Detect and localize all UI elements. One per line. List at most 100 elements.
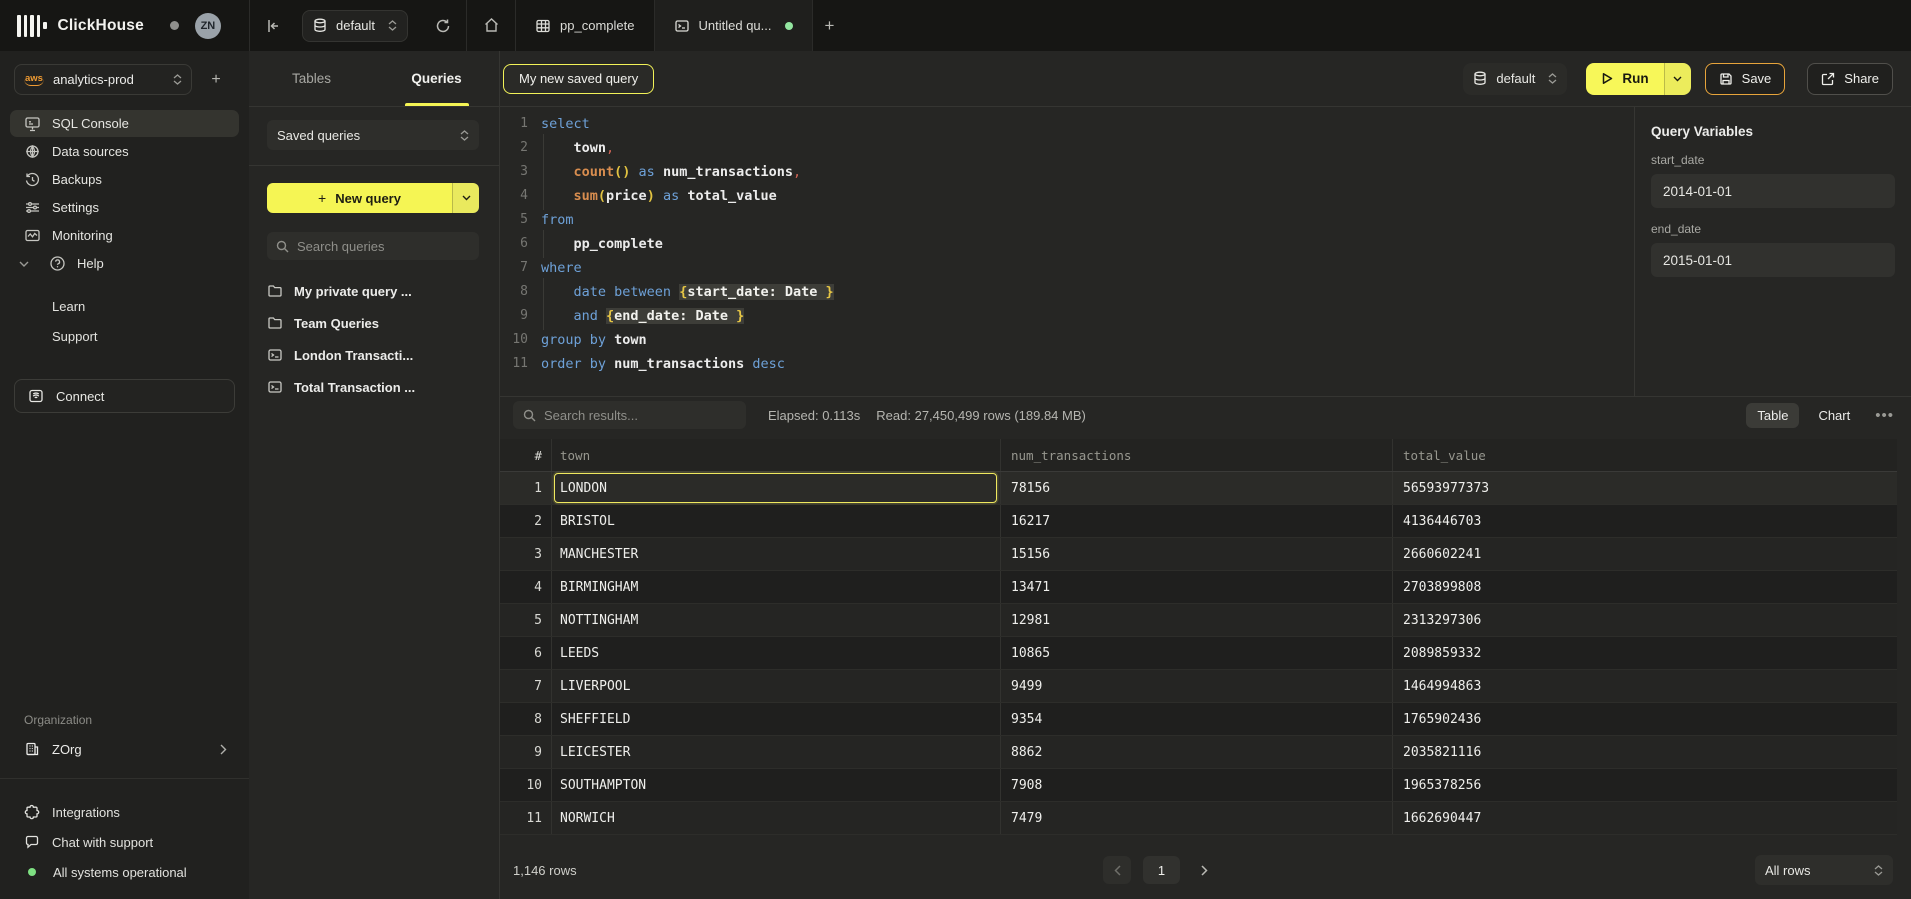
- table-row[interactable]: 1LONDON7815656593977373: [500, 472, 1897, 505]
- end-date-input[interactable]: [1651, 243, 1895, 277]
- cell-total-value[interactable]: 2660602241: [1392, 538, 1897, 570]
- editor-database-selector[interactable]: default: [1463, 63, 1567, 95]
- tab-tables[interactable]: Tables: [249, 51, 374, 106]
- sidebar-item-integrations[interactable]: Integrations: [0, 797, 249, 827]
- tab-queries[interactable]: Queries: [374, 51, 499, 106]
- tab-pp-complete[interactable]: pp_complete: [516, 0, 653, 51]
- new-query-button[interactable]: + New query: [267, 183, 452, 213]
- cell-num-transactions[interactable]: 12981: [1000, 604, 1392, 636]
- column-header-num-transactions[interactable]: num_transactions: [1000, 439, 1392, 471]
- cell-town[interactable]: SHEFFIELD: [551, 703, 1000, 735]
- share-button[interactable]: Share: [1807, 63, 1893, 95]
- cell-total-value[interactable]: 2703899808: [1392, 571, 1897, 603]
- cell-town[interactable]: LIVERPOOL: [551, 670, 1000, 702]
- refresh-button[interactable]: [428, 11, 458, 41]
- column-header-index[interactable]: #: [500, 448, 551, 463]
- sidebar-item-data-sources[interactable]: Data sources: [10, 138, 239, 165]
- sidebar-item-monitoring[interactable]: Monitoring: [10, 222, 239, 249]
- table-row[interactable]: 11NORWICH74791662690447: [500, 802, 1897, 835]
- cell-total-value[interactable]: 2089859332: [1392, 637, 1897, 669]
- column-header-town[interactable]: town: [551, 439, 1000, 471]
- tab-untitled-query[interactable]: Untitled qu...: [655, 0, 812, 51]
- cell-total-value[interactable]: 1765902436: [1392, 703, 1897, 735]
- search-results-box[interactable]: [513, 401, 746, 429]
- prev-page-button[interactable]: [1103, 856, 1131, 884]
- column-header-total-value[interactable]: total_value: [1392, 439, 1897, 471]
- cell-town[interactable]: NORWICH: [551, 802, 1000, 834]
- table-row[interactable]: 2BRISTOL162174136446703: [500, 505, 1897, 538]
- sidebar-item-learn[interactable]: Learn: [0, 291, 249, 321]
- start-date-input[interactable]: [1651, 174, 1895, 208]
- cell-total-value[interactable]: 4136446703: [1392, 505, 1897, 537]
- cell-total-value[interactable]: 1464994863: [1392, 670, 1897, 702]
- cell-total-value[interactable]: 1965378256: [1392, 769, 1897, 801]
- cell-town[interactable]: LEEDS: [551, 637, 1000, 669]
- more-options-button[interactable]: •••: [1875, 407, 1894, 424]
- topbar-database-selector[interactable]: default: [302, 10, 408, 42]
- avatar[interactable]: ZN: [195, 13, 221, 39]
- cell-town[interactable]: LONDON: [551, 472, 1000, 504]
- saved-queries-filter[interactable]: Saved queries: [267, 120, 479, 150]
- sidebar-item-help[interactable]: Help: [10, 250, 239, 277]
- table-row[interactable]: 8SHEFFIELD93541765902436: [500, 703, 1897, 736]
- save-button[interactable]: Save: [1705, 63, 1786, 95]
- run-button[interactable]: Run: [1586, 63, 1663, 95]
- new-query-dropdown-button[interactable]: [452, 183, 479, 213]
- table-row[interactable]: 4BIRMINGHAM134712703899808: [500, 571, 1897, 604]
- cell-num-transactions[interactable]: 9354: [1000, 703, 1392, 735]
- cell-town[interactable]: SOUTHAMPTON: [551, 769, 1000, 801]
- organization-selector[interactable]: ZOrg: [10, 732, 239, 766]
- cell-num-transactions[interactable]: 7908: [1000, 769, 1392, 801]
- cell-num-transactions[interactable]: 9499: [1000, 670, 1392, 702]
- saved-query-item[interactable]: Team Queries: [249, 307, 499, 339]
- cell-town[interactable]: BIRMINGHAM: [551, 571, 1000, 603]
- cell-total-value[interactable]: 2313297306: [1392, 604, 1897, 636]
- search-queries-input[interactable]: [297, 239, 470, 254]
- cell-num-transactions[interactable]: 13471: [1000, 571, 1392, 603]
- connect-button[interactable]: Connect: [14, 379, 235, 413]
- sidebar-item-chat-support[interactable]: Chat with support: [0, 827, 249, 857]
- next-page-button[interactable]: [1192, 856, 1216, 884]
- search-results-input[interactable]: [544, 408, 736, 423]
- table-row[interactable]: 3MANCHESTER151562660602241: [500, 538, 1897, 571]
- add-service-button[interactable]: +: [206, 71, 226, 89]
- saved-query-item[interactable]: My private query ...: [249, 275, 499, 307]
- search-queries-box[interactable]: [267, 232, 479, 260]
- cell-total-value[interactable]: 1662690447: [1392, 802, 1897, 834]
- code-editor[interactable]: 1select2 town,3 count() as num_transacti…: [500, 107, 1634, 396]
- saved-query-item[interactable]: London Transacti...: [249, 339, 499, 371]
- new-tab-button[interactable]: +: [813, 0, 847, 51]
- view-chart-button[interactable]: Chart: [1807, 403, 1861, 428]
- table-row[interactable]: 10SOUTHAMPTON79081965378256: [500, 769, 1897, 802]
- table-row[interactable]: 5NOTTINGHAM129812313297306: [500, 604, 1897, 637]
- cell-town[interactable]: LEICESTER: [551, 736, 1000, 768]
- cell-num-transactions[interactable]: 16217: [1000, 505, 1392, 537]
- workspace-selector[interactable]: aws analytics-prod: [14, 64, 192, 95]
- page-size-selector[interactable]: All rows: [1755, 855, 1893, 885]
- sidebar-item-system-status[interactable]: All systems operational: [0, 857, 249, 887]
- run-options-button[interactable]: [1664, 63, 1691, 95]
- cell-town[interactable]: BRISTOL: [551, 505, 1000, 537]
- cell-town[interactable]: MANCHESTER: [551, 538, 1000, 570]
- sidebar-item-backups[interactable]: Backups: [10, 166, 239, 193]
- collapse-sidebar-button[interactable]: [258, 11, 288, 41]
- table-row[interactable]: 7LIVERPOOL94991464994863: [500, 670, 1897, 703]
- cell-total-value[interactable]: 2035821116: [1392, 736, 1897, 768]
- sidebar-item-support[interactable]: Support: [0, 321, 249, 351]
- table-row[interactable]: 9LEICESTER88622035821116: [500, 736, 1897, 769]
- sidebar-item-settings[interactable]: Settings: [10, 194, 239, 221]
- view-table-button[interactable]: Table: [1746, 403, 1799, 428]
- cell-num-transactions[interactable]: 10865: [1000, 637, 1392, 669]
- sidebar-item-sql-console[interactable]: SQL Console: [10, 110, 239, 137]
- saved-query-item[interactable]: Total Transaction ...: [249, 371, 499, 403]
- cell-town[interactable]: NOTTINGHAM: [551, 604, 1000, 636]
- cell-total-value[interactable]: 56593977373: [1392, 472, 1897, 504]
- saved-query-tab[interactable]: My new saved query: [503, 64, 654, 94]
- table-row[interactable]: 6LEEDS108652089859332: [500, 637, 1897, 670]
- cell-num-transactions[interactable]: 7479: [1000, 802, 1392, 834]
- current-page[interactable]: 1: [1143, 856, 1180, 884]
- cell-num-transactions[interactable]: 78156: [1000, 472, 1392, 504]
- cell-num-transactions[interactable]: 8862: [1000, 736, 1392, 768]
- cell-num-transactions[interactable]: 15156: [1000, 538, 1392, 570]
- home-button[interactable]: [476, 11, 506, 41]
